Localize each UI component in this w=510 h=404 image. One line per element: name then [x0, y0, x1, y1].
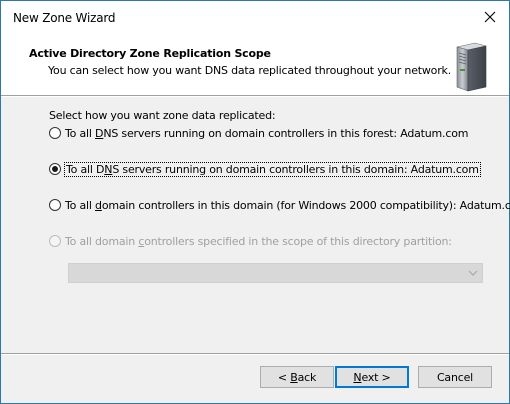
title-bar: New Zone Wizard — [1, 1, 509, 32]
header-subtitle: You can select how you want DNS data rep… — [48, 64, 451, 77]
option-domain-dns[interactable]: To all DNS servers running on domain con… — [49, 161, 481, 177]
option-partition-label: To all domain controllers specified in t… — [65, 234, 452, 248]
back-button[interactable]: < Back — [260, 366, 334, 388]
partition-dropdown — [68, 263, 483, 283]
server-icon — [456, 42, 487, 92]
next-button[interactable]: Next > — [335, 366, 409, 388]
radio-domain-dns[interactable] — [49, 163, 61, 175]
radio-partition — [49, 235, 61, 247]
option-forest-dns[interactable]: To all DNS servers running on domain con… — [49, 125, 468, 141]
option-domain-all-label[interactable]: To all domain controllers in this domain… — [65, 199, 510, 212]
wizard-header: Active Directory Zone Replication Scope … — [1, 32, 509, 95]
chevron-down-icon — [468, 270, 478, 276]
footer-divider-highlight — [1, 354, 509, 355]
close-button[interactable] — [479, 6, 501, 28]
close-icon — [484, 11, 496, 23]
wizard-window: New Zone Wizard Active Directory Zone Re… — [0, 0, 510, 404]
radio-forest-dns[interactable] — [49, 127, 61, 139]
replication-prompt: Select how you want zone data replicated… — [49, 109, 276, 122]
header-divider-highlight — [1, 96, 509, 97]
header-title: Active Directory Zone Replication Scope — [29, 47, 271, 60]
option-partition: To all domain controllers specified in t… — [49, 233, 452, 249]
option-domain-all[interactable]: To all domain controllers in this domain… — [49, 197, 510, 213]
option-domain-dns-label[interactable]: To all DNS servers running on domain con… — [64, 161, 481, 177]
option-forest-dns-label[interactable]: To all DNS servers running on domain con… — [65, 127, 468, 140]
window-title: New Zone Wizard — [13, 11, 116, 25]
radio-domain-all[interactable] — [49, 199, 61, 211]
cancel-button[interactable]: Cancel — [418, 366, 492, 388]
